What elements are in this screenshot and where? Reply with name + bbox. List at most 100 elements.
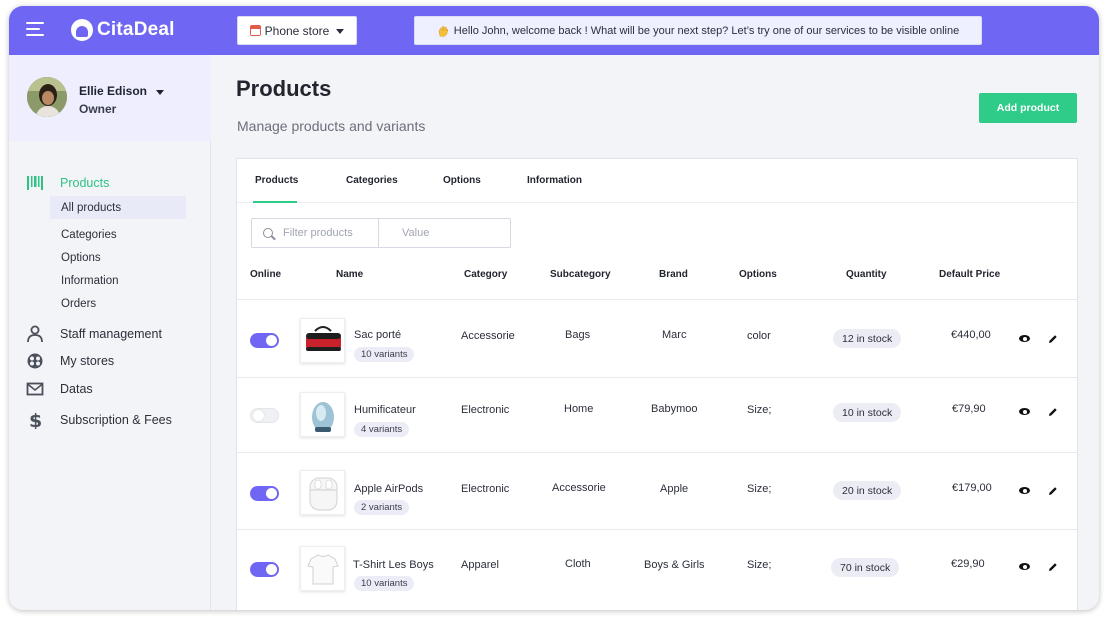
page-subtitle: Manage products and variants (237, 118, 426, 134)
filter-value-placeholder: Value (402, 227, 430, 239)
stock-badge: 10 in stock (833, 403, 902, 422)
product-category: Electronic (461, 404, 510, 416)
chevron-down-icon (156, 89, 165, 95)
column-header-subcategory[interactable]: Subcategory (550, 269, 611, 280)
welcome-banner: Hello John, welcome back ! What will be … (414, 16, 982, 45)
sidebar-subitem-information[interactable]: Information (50, 269, 186, 292)
product-price: €29,90 (951, 558, 985, 570)
product-name[interactable]: Apple AirPods (354, 483, 423, 495)
product-options: Size; (747, 483, 772, 495)
sidebar-item-label: My stores (60, 354, 115, 368)
tab-products[interactable]: Products (255, 175, 298, 186)
variants-badge: 4 variants (354, 422, 410, 437)
sidebar-item-staff-management[interactable]: Staff management (26, 325, 162, 343)
product-price: €440,00 (951, 329, 991, 341)
column-header-default-price[interactable]: Default Price (939, 269, 1000, 280)
barcode-icon (27, 176, 43, 190)
edit-icon[interactable] (1048, 334, 1058, 344)
variants-badge: 2 variants (354, 500, 410, 515)
sidebar-item-label: Datas (60, 382, 93, 396)
sidebar-subitem-categories[interactable]: Categories (50, 223, 186, 246)
store-icon (249, 25, 261, 36)
column-header-category[interactable]: Category (464, 269, 507, 280)
product-subcategory: Home (564, 403, 594, 415)
sidebar-subitem-orders[interactable]: Orders (50, 292, 186, 315)
avatar-image (27, 77, 67, 117)
online-toggle[interactable] (250, 408, 279, 423)
online-toggle[interactable] (250, 562, 279, 577)
eye-icon[interactable] (1019, 408, 1030, 415)
tab-bar: Products Categories Options Information (237, 159, 1077, 203)
store-ball-icon (27, 353, 43, 369)
variants-badge: 10 variants (354, 576, 415, 591)
welcome-text: Hello John, welcome back ! What will be … (453, 24, 960, 37)
product-brand: Apple (660, 483, 689, 495)
table-row[interactable]: Sac porté 10 variants Accessorie Bags Ma… (237, 299, 1077, 377)
product-name[interactable]: Sac porté (354, 329, 401, 341)
product-subcategory: Bags (565, 329, 591, 341)
column-header-name[interactable]: Name (336, 269, 363, 280)
filter-value-input[interactable]: Value (380, 219, 510, 247)
column-header-options[interactable]: Options (739, 269, 777, 280)
sidebar-item-label: Staff management (60, 327, 162, 341)
table-row[interactable]: Humificateur 4 variants Electronic Home … (237, 377, 1077, 452)
profile-name-label: Ellie Edison (79, 84, 148, 98)
eye-icon[interactable] (1019, 335, 1030, 342)
product-category: Apparel (461, 559, 499, 571)
edit-icon[interactable] (1048, 562, 1058, 572)
stock-badge: 20 in stock (833, 481, 902, 500)
store-select[interactable]: Phone store (237, 16, 357, 45)
dollar-icon: $ (29, 411, 42, 429)
stock-badge: 12 in stock (833, 329, 902, 348)
sidebar-item-my-stores[interactable]: My stores (26, 352, 114, 370)
eye-icon[interactable] (1019, 563, 1030, 570)
profile-name[interactable]: Ellie Edison (79, 84, 165, 98)
product-thumbnail (300, 318, 345, 363)
sidebar-subitem-options[interactable]: Options (50, 246, 186, 269)
chevron-down-icon (336, 29, 345, 34)
sidebar-item-label: Subscription & Fees (60, 413, 172, 427)
column-header-quantity[interactable]: Quantity (846, 269, 887, 280)
page-title: Products (236, 76, 332, 101)
product-options: color (747, 330, 771, 342)
sidebar-subitem-all-products[interactable]: All products (50, 196, 186, 219)
column-header-online[interactable]: Online (250, 269, 281, 280)
product-category: Accessorie (461, 330, 515, 342)
product-name[interactable]: Humificateur (354, 404, 416, 416)
active-tab-indicator (253, 201, 297, 203)
app-window: CitaDeal Phone store Hello John, welcome… (9, 6, 1099, 610)
table-row[interactable]: T-Shirt Les Boys 10 variants Apparel Clo… (237, 529, 1077, 610)
edit-icon[interactable] (1048, 407, 1058, 417)
tab-categories[interactable]: Categories (346, 175, 398, 186)
filter-products-input[interactable]: Filter products (252, 219, 379, 247)
column-header-brand[interactable]: Brand (659, 269, 688, 280)
add-product-button[interactable]: Add product (979, 93, 1077, 123)
tab-information[interactable]: Information (527, 175, 582, 186)
logo[interactable]: CitaDeal (71, 18, 175, 42)
wave-icon (438, 25, 449, 37)
online-toggle[interactable] (250, 486, 279, 501)
sidebar-item-datas[interactable]: Datas (26, 380, 93, 398)
online-toggle[interactable] (250, 333, 279, 348)
menu-icon[interactable] (26, 21, 44, 37)
product-name[interactable]: T-Shirt Les Boys (353, 559, 434, 571)
product-thumbnail (300, 392, 345, 437)
product-brand: Marc (662, 329, 687, 341)
variants-badge: 10 variants (354, 347, 415, 362)
product-category: Electronic (461, 483, 510, 495)
sidebar-item-products[interactable]: Products (26, 174, 109, 192)
edit-icon[interactable] (1048, 486, 1058, 496)
product-thumbnail (300, 546, 345, 591)
product-subcategory: Accessorie (552, 482, 606, 494)
tab-options[interactable]: Options (443, 175, 481, 186)
profile-role: Owner (79, 102, 117, 116)
product-brand: Boys & Girls (644, 559, 705, 571)
table-row[interactable]: Apple AirPods 2 variants Electronic Acce… (237, 452, 1077, 529)
filter-bar: Filter products Value (251, 218, 511, 248)
stock-badge: 70 in stock (831, 558, 900, 577)
eye-icon[interactable] (1019, 487, 1030, 494)
avatar[interactable] (27, 77, 67, 117)
sidebar-item-label: Products (60, 176, 110, 190)
sidebar-item-subscription[interactable]: $ Subscription & Fees (26, 411, 172, 429)
product-options: Size; (747, 404, 772, 416)
